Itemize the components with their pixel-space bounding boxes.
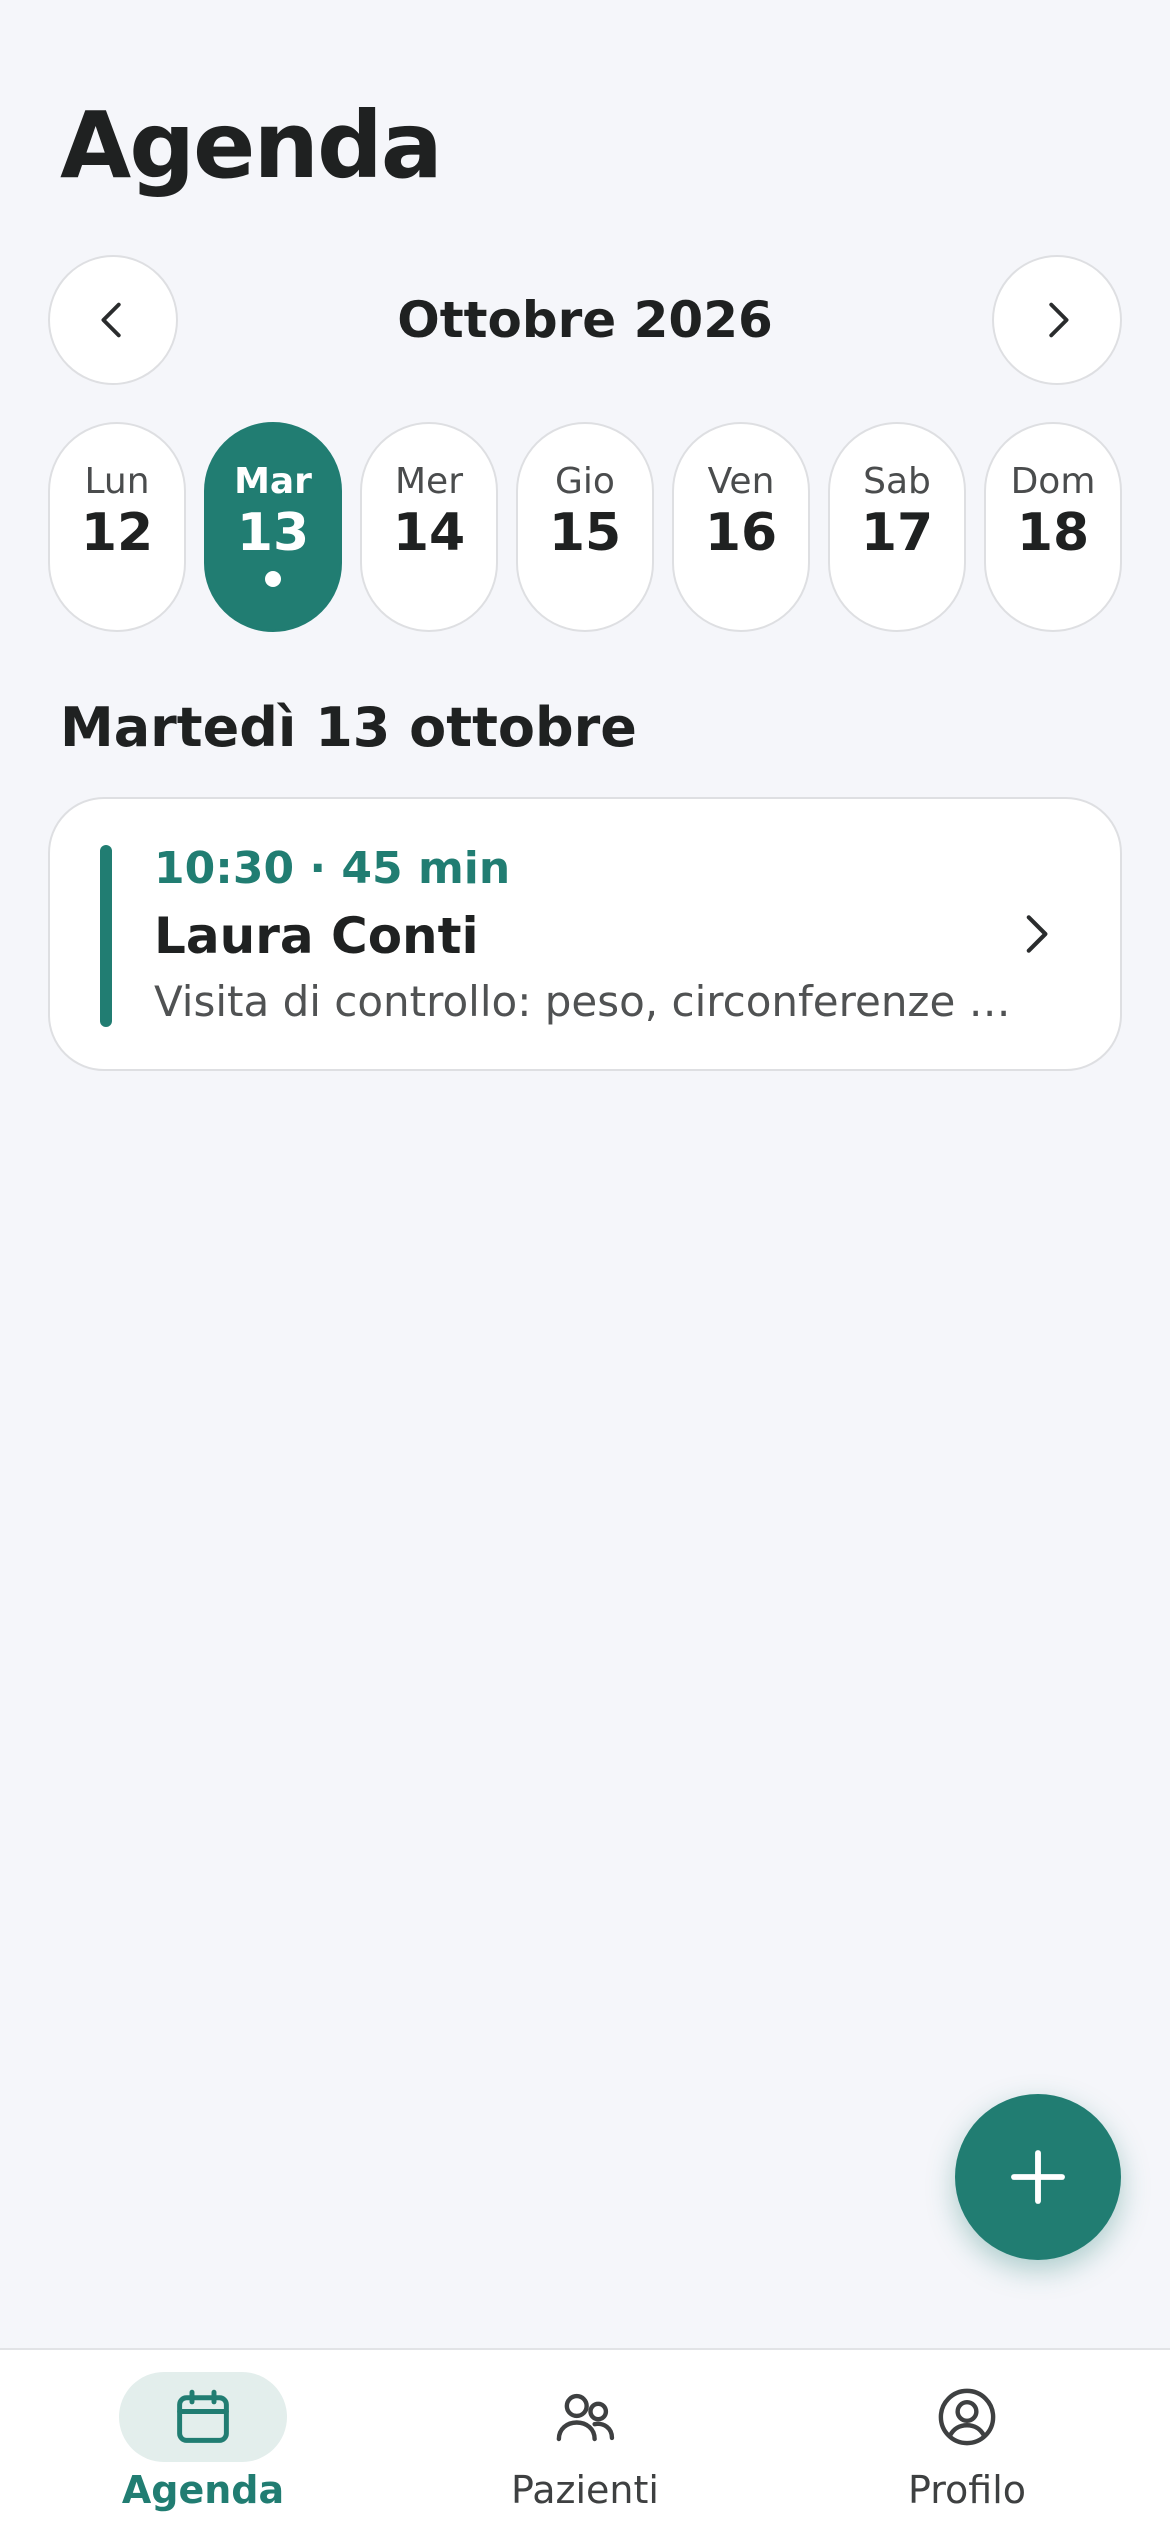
appointment-patient-name: Laura Conti xyxy=(154,907,479,965)
month-label: Ottobre 2026 xyxy=(397,291,773,349)
tab-agenda[interactable]: Agenda xyxy=(8,2350,398,2532)
selected-day-title: Martedì 13 ottobre xyxy=(60,696,637,759)
tab-profilo[interactable]: Profilo xyxy=(772,2350,1162,2532)
day-chip-number: 14 xyxy=(392,502,466,563)
day-chip-name: Ven xyxy=(707,461,775,502)
day-chip-number: 18 xyxy=(1016,502,1090,563)
appointment-accent-bar xyxy=(100,845,112,1027)
page-title: Agenda xyxy=(60,92,443,199)
day-chip-name: Mer xyxy=(394,461,463,502)
day-chip-name: Lun xyxy=(84,461,150,502)
day-chip-number: 13 xyxy=(236,502,310,563)
chevron-left-icon xyxy=(101,302,121,338)
day-chip-mer[interactable]: Mer 14 xyxy=(360,422,498,632)
appointment-time: 10:30 · 45 min xyxy=(154,843,511,894)
chevron-right-icon xyxy=(1026,915,1048,953)
next-month-button[interactable] xyxy=(992,255,1122,385)
day-chip-name: Dom xyxy=(1010,461,1096,502)
day-chip-name: Gio xyxy=(555,461,615,502)
bottom-tab-bar: Agenda Pazienti Profilo xyxy=(0,2348,1170,2532)
tab-pazienti[interactable]: Pazienti xyxy=(390,2350,780,2532)
day-chip-lun[interactable]: Lun 12 xyxy=(48,422,186,632)
previous-month-button[interactable] xyxy=(48,255,178,385)
day-chip-name: Mar xyxy=(234,461,312,502)
day-chip-name: Sab xyxy=(863,461,931,502)
day-chip-ven[interactable]: Ven 16 xyxy=(672,422,810,632)
day-chip-number: 12 xyxy=(80,502,154,563)
calendar-icon xyxy=(177,2389,229,2443)
month-navigator: Ottobre 2026 xyxy=(48,255,1122,385)
day-chip-number: 16 xyxy=(704,502,778,563)
tab-icon-wrap xyxy=(501,2372,669,2462)
day-chip-number: 15 xyxy=(548,502,622,563)
day-chip-gio[interactable]: Gio 15 xyxy=(516,422,654,632)
users-icon xyxy=(556,2393,615,2442)
tab-label: Agenda xyxy=(121,2468,285,2512)
plus-icon xyxy=(1011,2150,1065,2204)
appointment-card[interactable]: 10:30 · 45 min Laura Conti Visita di con… xyxy=(48,797,1122,1071)
user-circle-icon xyxy=(938,2388,996,2446)
week-day-strip: Lun 12 Mar 13 Mer 14 Gio 15 Ven 16 Sab 1… xyxy=(48,422,1122,632)
event-indicator-dot xyxy=(265,571,281,588)
add-appointment-button[interactable] xyxy=(955,2094,1121,2260)
day-chip-number: 17 xyxy=(860,502,934,563)
day-chip-mar[interactable]: Mar 13 xyxy=(204,422,342,632)
chevron-right-icon xyxy=(1049,302,1069,338)
appointment-description: Visita di controllo: peso, circonferenze… xyxy=(154,977,1011,1026)
day-chip-dom[interactable]: Dom 18 xyxy=(984,422,1122,632)
day-chip-sab[interactable]: Sab 17 xyxy=(828,422,966,632)
tab-icon-highlight xyxy=(119,2372,287,2462)
agenda-screen: Agenda Ottobre 2026 Lun 12 Mar 13 Mer 14… xyxy=(0,0,1170,2532)
tab-icon-wrap xyxy=(883,2372,1051,2462)
tab-label: Pazienti xyxy=(511,2468,659,2512)
tab-label: Profilo xyxy=(907,2468,1027,2512)
